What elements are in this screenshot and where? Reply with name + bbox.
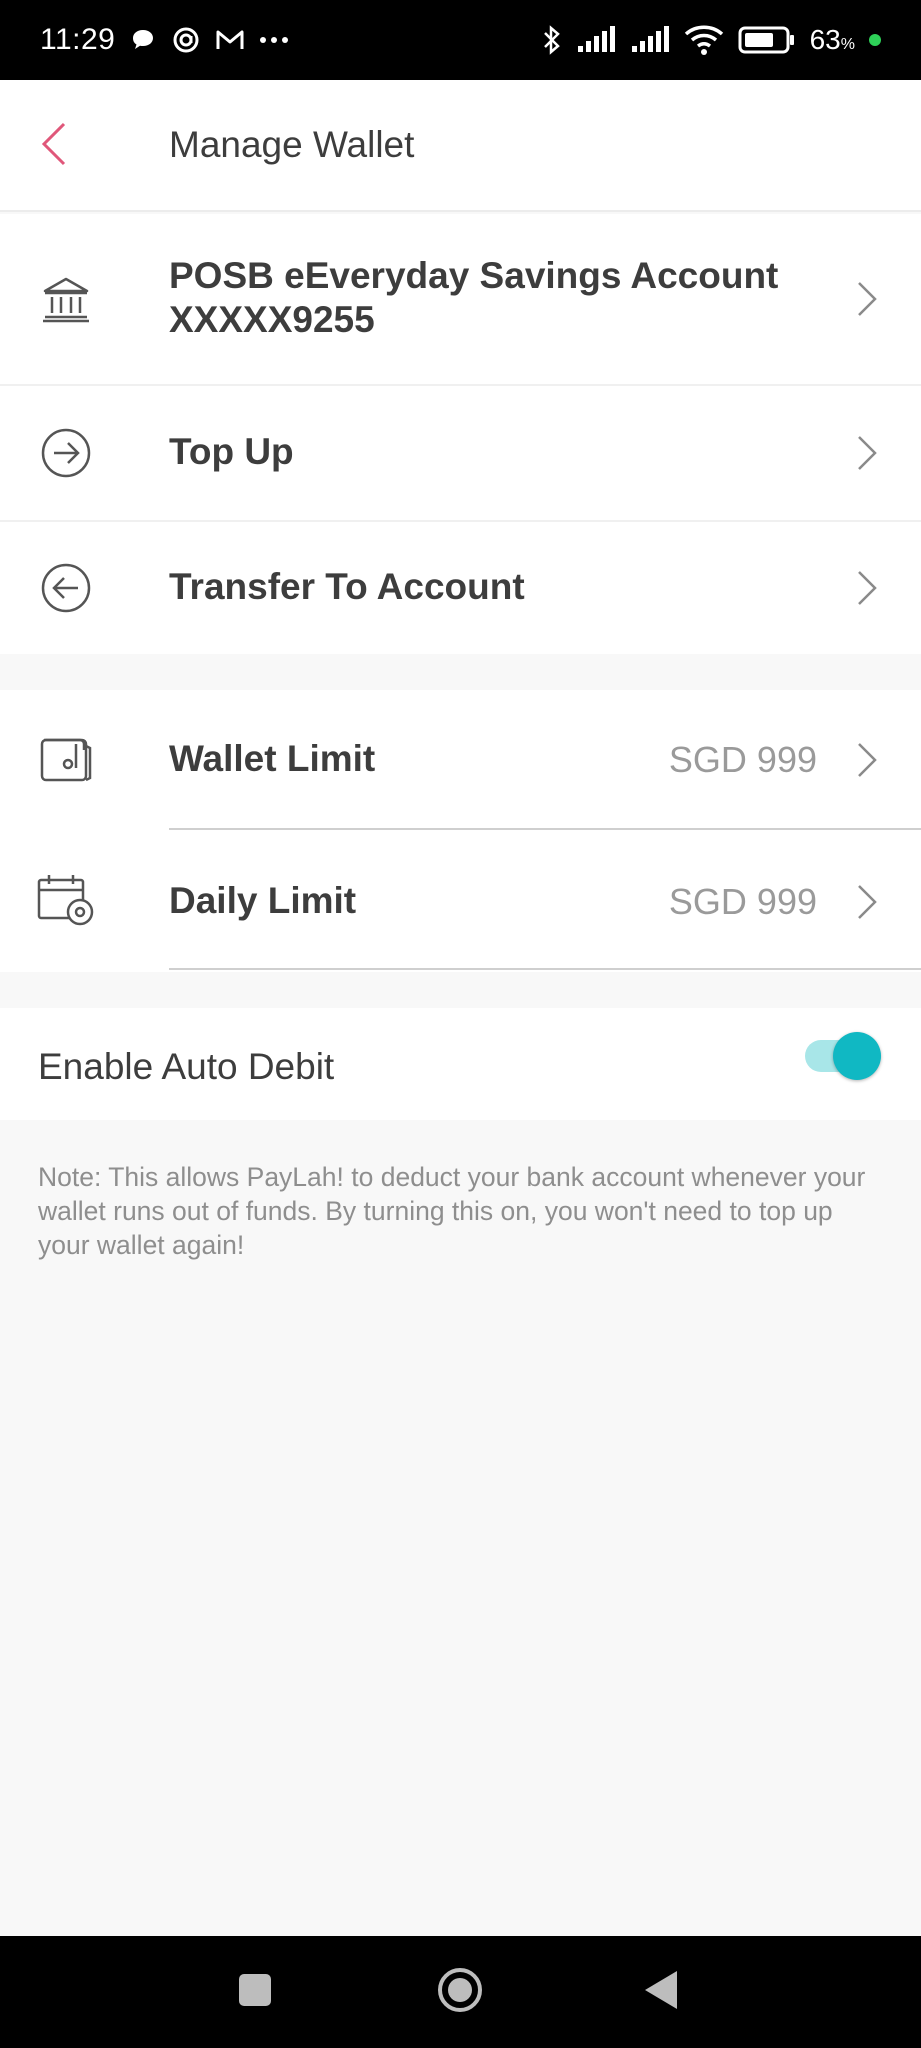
auto-debit-section: Enable Auto Debit bbox=[0, 1008, 921, 1120]
at-sign-icon bbox=[171, 25, 201, 55]
limits-section: Wallet Limit SGD 999 Daily Limit SGD 999 bbox=[0, 690, 921, 972]
wifi-icon bbox=[684, 24, 724, 56]
wallet-limit-row[interactable]: Wallet Limit SGD 999 bbox=[0, 690, 921, 830]
status-bar: 11:29 63% bbox=[0, 0, 921, 80]
auto-debit-row: Enable Auto Debit bbox=[0, 1008, 921, 1120]
home-button[interactable] bbox=[430, 1936, 490, 2048]
account-section: POSB eEveryday Savings Account XXXXX9255… bbox=[0, 214, 921, 654]
circle-icon bbox=[436, 1966, 484, 2019]
more-dots-icon bbox=[259, 36, 289, 44]
signal-icon bbox=[630, 26, 670, 54]
wallet-limit-label: Wallet Limit bbox=[169, 738, 376, 779]
bank-account-row[interactable]: POSB eEveryday Savings Account XXXXX9255 bbox=[0, 214, 921, 384]
chevron-right-icon bbox=[853, 279, 881, 319]
auto-debit-label: Enable Auto Debit bbox=[38, 1046, 335, 1087]
bank-account-label: POSB eEveryday Savings Account XXXXX9255 bbox=[169, 254, 778, 342]
calendar-gear-icon bbox=[34, 868, 98, 932]
back-nav-button[interactable] bbox=[636, 1936, 686, 2048]
system-nav-bar bbox=[0, 1936, 921, 2048]
divider bbox=[169, 968, 921, 970]
top-up-row[interactable]: Top Up bbox=[0, 386, 921, 520]
chat-bubble-icon bbox=[129, 26, 157, 54]
chevron-left-icon bbox=[40, 121, 68, 172]
wallet-icon bbox=[34, 726, 98, 790]
arrow-left-circle-icon bbox=[34, 556, 98, 620]
battery-unit: % bbox=[840, 36, 855, 53]
charging-dot bbox=[869, 34, 881, 46]
bluetooth-icon bbox=[542, 24, 562, 56]
battery-value: 63 bbox=[809, 24, 841, 55]
mail-icon bbox=[215, 27, 245, 53]
status-time: 11:29 bbox=[40, 23, 116, 56]
page-title: Manage Wallet bbox=[169, 124, 415, 165]
daily-limit-label: Daily Limit bbox=[169, 880, 357, 921]
back-button[interactable] bbox=[40, 116, 100, 176]
signal-icon bbox=[576, 26, 616, 54]
recents-button[interactable] bbox=[230, 1936, 280, 2048]
app-header: Manage Wallet bbox=[0, 80, 921, 212]
wallet-limit-value: SGD 999 bbox=[668, 739, 817, 780]
chevron-right-icon bbox=[853, 433, 881, 473]
account-name: POSB eEveryday Savings Account bbox=[169, 255, 779, 296]
triangle-left-icon bbox=[643, 1969, 679, 2016]
auto-debit-note: Note: This allows PayLah! to deduct your… bbox=[38, 1162, 866, 1260]
battery-percent: 63% bbox=[810, 24, 855, 56]
chevron-right-icon bbox=[853, 882, 881, 922]
battery-icon bbox=[738, 26, 796, 54]
top-up-label: Top Up bbox=[169, 431, 294, 472]
transfer-to-account-row[interactable]: Transfer To Account bbox=[0, 522, 921, 654]
transfer-label: Transfer To Account bbox=[169, 566, 525, 607]
bank-icon bbox=[34, 267, 98, 331]
daily-limit-value: SGD 999 bbox=[668, 881, 817, 922]
toggle-knob bbox=[833, 1032, 881, 1080]
chevron-right-icon bbox=[853, 568, 881, 608]
square-icon bbox=[238, 1973, 272, 2012]
arrow-right-circle-icon bbox=[34, 421, 98, 485]
daily-limit-row[interactable]: Daily Limit SGD 999 bbox=[0, 832, 921, 972]
account-number: XXXXX9255 bbox=[169, 299, 375, 340]
divider bbox=[169, 828, 921, 830]
chevron-right-icon bbox=[853, 740, 881, 780]
